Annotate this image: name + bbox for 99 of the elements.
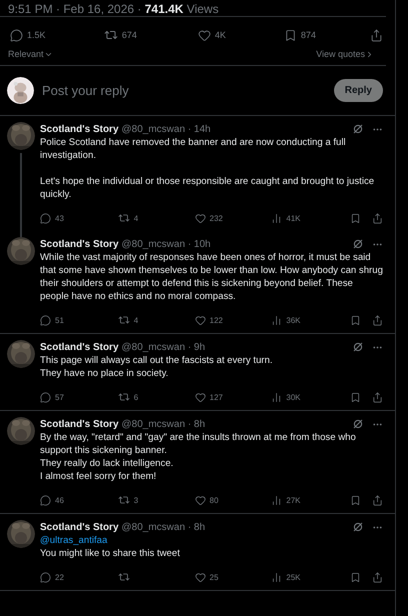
bookmark-button[interactable] <box>350 392 362 402</box>
speech-bubble-icon <box>40 212 51 224</box>
bookmark-icon <box>350 572 362 582</box>
author-handle: @80_mcswan · 9h <box>122 342 206 352</box>
author-name: Scotland's Story <box>40 418 119 430</box>
views-button[interactable]: 36K <box>271 314 350 326</box>
views-button[interactable]: 27K <box>271 494 350 506</box>
slashed-circle-icon[interactable] <box>353 342 363 352</box>
repost-icon <box>118 494 130 506</box>
repost-button[interactable]: 4 <box>118 314 195 326</box>
bookmark-button[interactable] <box>350 314 362 326</box>
heart-icon <box>194 314 206 326</box>
like-button[interactable]: 25 <box>194 572 272 582</box>
speech-bubble-icon <box>40 314 51 326</box>
repost-icon <box>118 391 130 403</box>
like-button[interactable]: 127 <box>194 392 272 402</box>
share-button[interactable] <box>372 212 384 224</box>
comment-button[interactable]: 46 <box>40 494 118 506</box>
sort-dropdown[interactable]: Relevant <box>8 49 53 59</box>
view-quotes-link[interactable]: View quotes <box>316 49 374 59</box>
reply-input[interactable]: Post your reply <box>40 82 328 99</box>
comment-button[interactable]: 43 <box>40 212 118 224</box>
reply-text: Let's hope the individual or those responsible are caught and brought to justice quickly. <box>40 175 376 201</box>
bar-chart-icon <box>271 314 282 326</box>
author-name: Scotland's Story <box>40 124 119 134</box>
share-icon <box>372 212 384 224</box>
views-button[interactable]: 41K <box>271 212 350 224</box>
comment-button[interactable]: 22 <box>40 572 118 582</box>
bookmark-icon <box>350 392 362 402</box>
bookmark-icon <box>350 314 362 326</box>
speech-bubble-icon <box>40 392 51 402</box>
repost-button[interactable]: 674 <box>104 28 198 42</box>
author-name: Scotland's Story <box>40 238 119 250</box>
chevron-right-icon <box>365 50 374 58</box>
share-icon <box>372 494 384 506</box>
bookmark-button[interactable] <box>350 494 362 506</box>
share-icon <box>370 28 383 42</box>
heart-icon <box>194 392 206 402</box>
repost-icon <box>118 314 130 326</box>
bar-chart-icon <box>271 572 282 582</box>
slashed-circle-icon[interactable] <box>353 522 363 532</box>
reply-text: Police Scotland have removed the banner and are now conducting a full investigation. <box>40 136 347 162</box>
reply-text: This page will always call out the fascists at every turn. <box>40 354 274 367</box>
reply-text: They really do lack intelligence. <box>40 457 174 470</box>
speech-bubble-icon <box>40 494 51 506</box>
like-button[interactable]: 4K <box>198 28 284 42</box>
author-handle: @80_mcswan · 8h <box>122 522 206 532</box>
bookmark-button[interactable] <box>350 572 362 582</box>
reply-text: I almost feel sorry for them! <box>40 470 158 483</box>
slashed-circle-icon[interactable] <box>353 419 363 429</box>
share-button[interactable] <box>372 494 384 506</box>
author-handle: @80_mcswan · 8h <box>122 418 206 430</box>
like-button[interactable]: 122 <box>194 314 272 326</box>
share-icon <box>372 314 384 326</box>
author-handle: @80_mcswan · 14h <box>122 124 211 134</box>
repost-button[interactable]: 4 <box>118 212 195 224</box>
post-timestamp: 9:51 PM · Feb 16, 2026 · 741.4K Views <box>8 2 219 16</box>
share-button[interactable] <box>372 314 384 326</box>
like-button[interactable]: 80 <box>194 494 272 506</box>
heart-icon <box>198 28 211 42</box>
repost-icon <box>104 28 118 42</box>
views-button[interactable]: 25K <box>271 572 350 582</box>
heart-icon <box>194 572 206 582</box>
bar-chart-icon <box>271 392 282 402</box>
reply-text: They have no place in society. <box>40 367 170 380</box>
slashed-circle-icon[interactable] <box>353 124 363 134</box>
bar-chart-icon <box>271 494 282 506</box>
comment-button[interactable]: 1.5K <box>10 28 104 42</box>
heart-icon <box>194 212 206 224</box>
repost-button[interactable]: 3 <box>118 494 195 506</box>
views-button[interactable]: 30K <box>271 392 350 402</box>
speech-bubble-icon <box>40 572 51 582</box>
comment-button[interactable]: 51 <box>40 314 118 326</box>
repost-icon <box>118 212 130 224</box>
author-name: Scotland's Story <box>40 342 119 352</box>
bookmark-icon <box>350 212 362 224</box>
reply-text: By the way, "retard" and "gay" are the insults thrown at me from those who support this sickening banner. <box>40 431 357 457</box>
share-icon <box>372 572 384 582</box>
slashed-circle-icon[interactable] <box>353 239 363 249</box>
bookmark-icon <box>350 494 362 506</box>
bookmark-button[interactable] <box>350 212 362 224</box>
bookmark-button[interactable]: 874 <box>284 28 370 42</box>
bookmark-icon <box>284 28 297 42</box>
bar-chart-icon <box>271 212 282 224</box>
reply-text: While the vast majority of responses have been ones of horror, it must be said that some have shown themselves to be lower than low. How anybody can shrug their shoulders or attempt to defend this is sickening beyond belief. These people have no ethics and no moral compass. <box>40 251 383 303</box>
share-icon <box>372 392 384 402</box>
share-button[interactable] <box>370 28 383 42</box>
share-button[interactable] <box>372 572 384 582</box>
speech-bubble-icon <box>10 28 23 42</box>
heart-icon <box>194 494 206 506</box>
author-handle: @80_mcswan · 10h <box>122 238 211 250</box>
author-name: Scotland's Story <box>40 522 119 532</box>
repost-icon <box>118 571 130 583</box>
mention-link[interactable]: @ultras_antifaa <box>40 534 383 547</box>
share-button[interactable] <box>372 392 384 402</box>
reply-text: You might like to share this tweet <box>40 547 181 560</box>
comment-button[interactable]: 57 <box>40 392 118 402</box>
like-button[interactable]: 232 <box>194 212 272 224</box>
repost-button[interactable]: 6 <box>118 391 195 403</box>
